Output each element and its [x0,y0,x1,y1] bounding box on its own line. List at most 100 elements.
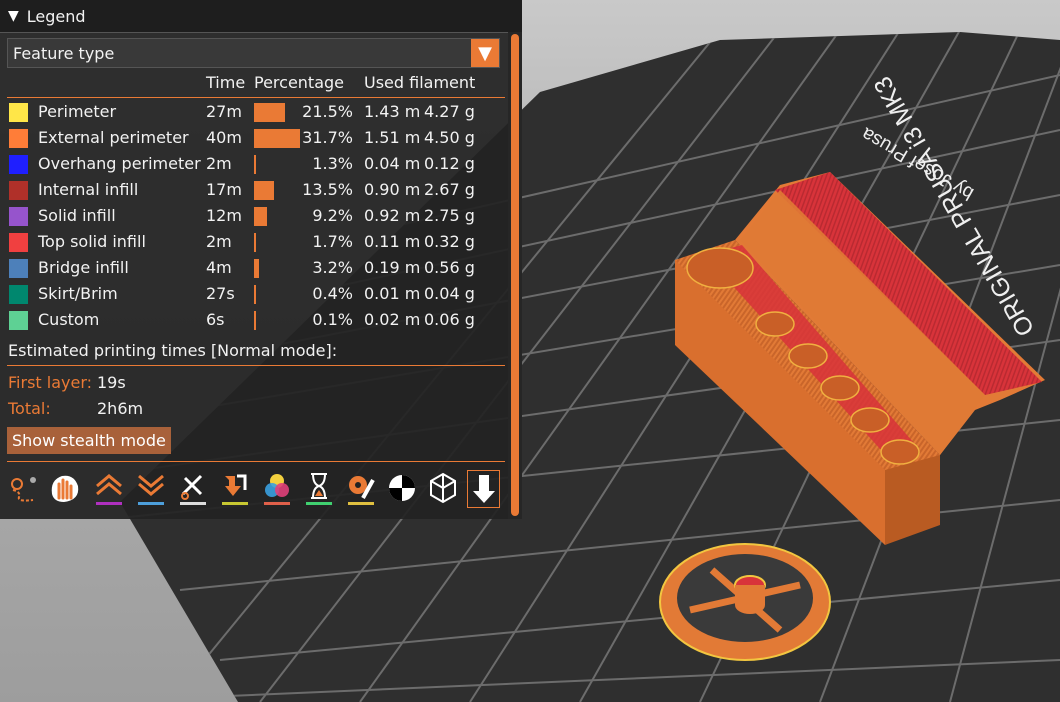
feature-filament-weight: 2.75 g [424,206,475,225]
dropdown-arrow-icon[interactable]: ▼ [471,39,499,67]
legend-row[interactable]: Top solid infill 2m 1.7% 0.11 m 0.32 g [0,230,505,256]
feature-time: 17m [206,180,242,199]
toolbar-divider [7,461,505,462]
feature-name: External perimeter [38,128,189,147]
tool-changes-icon [222,474,248,505]
retractions-toggle[interactable] [93,470,125,508]
deretractions-icon [138,474,164,505]
feature-percentage-bar [254,259,259,278]
tool-changes-toggle[interactable] [219,470,251,508]
feature-percentage: 9.2% [312,206,353,225]
feature-color-swatch [9,155,28,174]
collapse-triangle-icon[interactable]: ▼ [8,8,19,24]
feature-percentage-bar [254,129,300,148]
feature-percentage-bar [254,155,256,174]
feature-percentage-bar [254,207,267,226]
column-time: Time [206,73,246,92]
feature-name: Internal infill [38,180,139,199]
feature-filament-weight: 4.50 g [424,128,475,147]
feature-filament-weight: 4.27 g [424,102,475,121]
total-time: Total: 2h6m [8,399,143,418]
legend-row[interactable]: Overhang perimeter 2m 1.3% 0.04 m 0.12 g [0,152,505,178]
legend-row[interactable]: Custom 6s 0.1% 0.02 m 0.06 g [0,308,505,334]
feature-time: 27m [206,102,242,121]
seams-toggle[interactable] [177,470,209,508]
feature-percentage-bar [254,311,256,330]
feature-percentage: 1.7% [312,232,353,251]
wipe-toggle[interactable] [48,470,80,508]
feature-percentage: 0.1% [312,310,353,329]
center-of-gravity-toggle[interactable] [386,470,418,508]
feature-filament-weight: 0.12 g [424,154,475,173]
feature-time: 12m [206,206,242,225]
feature-color-swatch [9,233,28,252]
feature-name: Perimeter [38,102,117,121]
seams-icon [180,474,206,505]
feature-name: Top solid infill [38,232,146,251]
feature-color-swatch [9,129,28,148]
legend-row[interactable]: Solid infill 12m 9.2% 0.92 m 2.75 g [0,204,505,230]
travel-toggle[interactable] [7,470,39,508]
feature-time: 6s [206,310,225,329]
feature-color-swatch [9,285,28,304]
feature-time: 2m [206,232,232,251]
retractions-icon [96,474,122,505]
feature-filament-length: 0.02 m [364,310,421,329]
total-label: Total: [8,399,51,418]
feature-filament-weight: 2.67 g [424,180,475,199]
deretractions-toggle[interactable] [135,470,167,508]
feature-percentage: 31.7% [302,128,353,147]
show-stealth-mode-button[interactable]: Show stealth mode [7,427,171,454]
first-layer-label: First layer: [8,373,93,392]
feature-color-swatch [9,181,28,200]
shells-toggle[interactable] [427,470,459,508]
feature-filament-weight: 0.04 g [424,284,475,303]
feature-percentage: 13.5% [302,180,353,199]
feature-color-swatch [9,103,28,122]
view-type-value: Feature type [13,43,115,63]
legend-row[interactable]: Perimeter 27m 21.5% 1.43 m 4.27 g [0,100,505,126]
custom-gcodes-toggle[interactable] [345,470,377,508]
tool-marker-toggle[interactable] [467,470,500,508]
legend-table-header: Time Percentage Used filament [0,73,505,95]
feature-percentage-bar [254,181,274,200]
legend-toolbar [5,470,505,510]
center-of-gravity-icon [389,475,415,501]
feature-filament-length: 0.01 m [364,284,421,303]
scrollbar-thumb[interactable] [511,34,519,516]
pause-icon [306,473,332,505]
feature-name: Overhang perimeter [38,154,201,173]
legend-title: Legend [26,6,86,26]
feature-percentage: 1.3% [312,154,353,173]
header-divider [7,97,505,98]
feature-name: Bridge infill [38,258,129,277]
legend-header[interactable]: ▼ Legend [0,0,522,33]
legend-row[interactable]: Bridge infill 4m 3.2% 0.19 m 0.56 g [0,256,505,282]
legend-row[interactable]: Skirt/Brim 27s 0.4% 0.01 m 0.04 g [0,282,505,308]
feature-color-swatch [9,207,28,226]
legend-row[interactable]: External perimeter 40m 31.7% 1.51 m 4.50 g [0,126,505,152]
feature-filament-length: 0.90 m [364,180,421,199]
legend-row[interactable]: Internal infill 17m 13.5% 0.90 m 2.67 g [0,178,505,204]
view-type-select[interactable]: Feature type ▼ [7,38,500,68]
custom-gcode-icon [348,476,375,505]
feature-name: Skirt/Brim [38,284,118,303]
feature-filament-weight: 0.06 g [424,310,475,329]
feature-name: Solid infill [38,206,116,225]
feature-percentage-bar [254,233,256,252]
feature-color-swatch [9,259,28,278]
printed-object-wheel [659,543,831,661]
feature-time: 40m [206,128,242,147]
legend-scrollbar[interactable] [508,32,522,519]
estimated-times-label: Estimated printing times [Normal mode]: [8,341,338,360]
legend-panel: ▼ Legend Feature type ▼ Time Percentage … [0,0,522,519]
feature-filament-weight: 0.56 g [424,258,475,277]
feature-time: 4m [206,258,232,277]
color-changes-toggle[interactable] [261,470,293,508]
feature-percentage: 0.4% [312,284,353,303]
pause-toggle[interactable] [303,470,335,508]
first-layer-time: First layer: 19s [8,373,126,392]
feature-name: Custom [38,310,100,329]
feature-filament-length: 1.51 m [364,128,421,147]
first-layer-value: 19s [97,373,126,392]
